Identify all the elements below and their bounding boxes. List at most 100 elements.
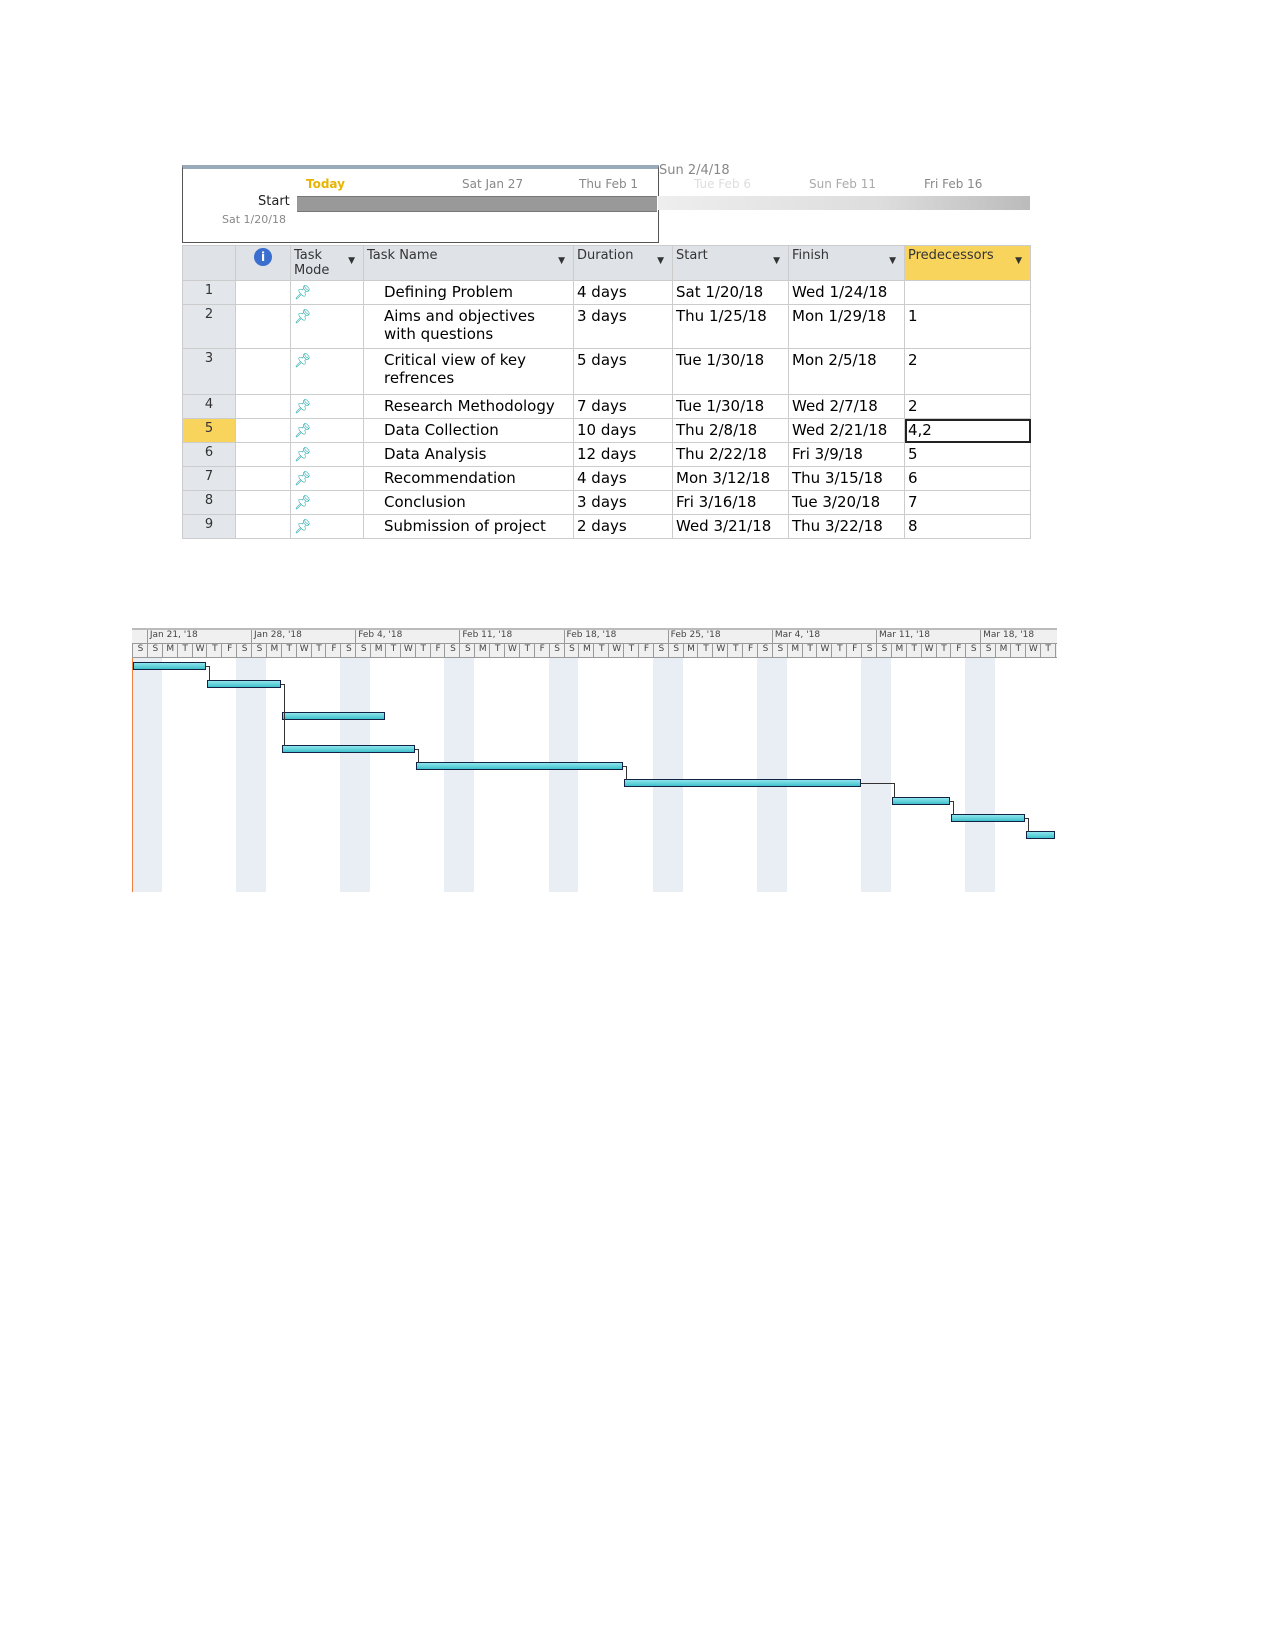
- task-name-cell[interactable]: Recommendation: [363, 466, 574, 491]
- task-name-cell[interactable]: Data Collection: [363, 418, 574, 443]
- finish-cell[interactable]: Thu 3/22/18: [788, 514, 905, 539]
- task-bar[interactable]: [281, 745, 415, 753]
- predecessors-cell[interactable]: 8: [904, 514, 1031, 539]
- start-cell[interactable]: Fri 3/16/18: [672, 490, 789, 515]
- row-number[interactable]: 2: [182, 304, 236, 349]
- duration-cell[interactable]: 7 days: [573, 394, 673, 419]
- task-mode-cell[interactable]: 📌︎: [290, 490, 364, 515]
- task-mode-cell[interactable]: 📌︎: [290, 418, 364, 443]
- start-cell[interactable]: Thu 2/22/18: [672, 442, 789, 467]
- row-number[interactable]: 1: [182, 280, 236, 305]
- table-row[interactable]: 7 📌︎ Recommendation 4 days Mon 3/12/18 T…: [182, 466, 1031, 491]
- task-bar[interactable]: [415, 762, 624, 770]
- indicator-cell[interactable]: [235, 348, 291, 395]
- task-mode-cell[interactable]: 📌︎: [290, 394, 364, 419]
- dropdown-arrow-icon[interactable]: ▼: [657, 256, 664, 266]
- start-cell[interactable]: Thu 2/8/18: [672, 418, 789, 443]
- info-header[interactable]: i: [235, 245, 291, 281]
- predecessors-cell[interactable]: [904, 280, 1031, 305]
- indicator-cell[interactable]: [235, 304, 291, 349]
- task-mode-cell[interactable]: 📌︎: [290, 442, 364, 467]
- predecessors-cell[interactable]: 7: [904, 490, 1031, 515]
- duration-cell[interactable]: 5 days: [573, 348, 673, 395]
- dropdown-arrow-icon[interactable]: ▼: [1015, 256, 1022, 266]
- table-row[interactable]: 6 📌︎ Data Analysis 12 days Thu 2/22/18 F…: [182, 442, 1031, 467]
- finish-cell[interactable]: Wed 2/7/18: [788, 394, 905, 419]
- dropdown-arrow-icon[interactable]: ▼: [889, 256, 896, 266]
- predecessors-header[interactable]: Predecessors ▼: [904, 245, 1031, 281]
- row-number[interactable]: 6: [182, 442, 236, 467]
- finish-cell[interactable]: Wed 1/24/18: [788, 280, 905, 305]
- task-bar[interactable]: [624, 779, 862, 787]
- start-cell[interactable]: Thu 1/25/18: [672, 304, 789, 349]
- task-mode-cell[interactable]: 📌︎: [290, 304, 364, 349]
- table-row[interactable]: 8 📌︎ Conclusion 3 days Fri 3/16/18 Tue 3…: [182, 490, 1031, 515]
- start-cell[interactable]: Tue 1/30/18: [672, 348, 789, 395]
- task-bar[interactable]: [281, 712, 385, 720]
- task-bar[interactable]: [891, 797, 951, 805]
- task-name-cell[interactable]: Conclusion: [363, 490, 574, 515]
- indicator-cell[interactable]: [235, 442, 291, 467]
- task-bar[interactable]: [1025, 831, 1055, 839]
- start-cell[interactable]: Tue 1/30/18: [672, 394, 789, 419]
- task-name-cell[interactable]: Research Methodology: [363, 394, 574, 419]
- duration-cell[interactable]: 3 days: [573, 304, 673, 349]
- duration-cell[interactable]: 4 days: [573, 280, 673, 305]
- duration-cell[interactable]: 4 days: [573, 466, 673, 491]
- finish-cell[interactable]: Wed 2/21/18: [788, 418, 905, 443]
- predecessors-cell[interactable]: 1: [904, 304, 1031, 349]
- select-all-header[interactable]: [182, 245, 236, 281]
- row-number[interactable]: 4: [182, 394, 236, 419]
- table-row[interactable]: 3 📌︎ Critical view of key refrences 5 da…: [182, 348, 1031, 395]
- row-number[interactable]: 8: [182, 490, 236, 515]
- finish-header[interactable]: Finish ▼: [788, 245, 905, 281]
- indicator-cell[interactable]: [235, 418, 291, 443]
- start-cell[interactable]: Mon 3/12/18: [672, 466, 789, 491]
- task-bar[interactable]: [207, 680, 281, 688]
- finish-cell[interactable]: Mon 2/5/18: [788, 348, 905, 395]
- table-row[interactable]: 1 📌︎ Defining Problem 4 days Sat 1/20/18…: [182, 280, 1031, 305]
- finish-cell[interactable]: Thu 3/15/18: [788, 466, 905, 491]
- task-name-header[interactable]: Task Name ▼: [363, 245, 574, 281]
- dropdown-arrow-icon[interactable]: ▼: [558, 256, 565, 266]
- dropdown-arrow-icon[interactable]: ▼: [348, 256, 355, 266]
- finish-cell[interactable]: Tue 3/20/18: [788, 490, 905, 515]
- predecessors-cell[interactable]: 6: [904, 466, 1031, 491]
- row-number[interactable]: 7: [182, 466, 236, 491]
- indicator-cell[interactable]: [235, 514, 291, 539]
- table-row[interactable]: 2 📌︎ Aims and objectives with questions …: [182, 304, 1031, 349]
- table-row[interactable]: 9 📌︎ Submission of project 2 days Wed 3/…: [182, 514, 1031, 539]
- predecessors-cell[interactable]: 2: [904, 348, 1031, 395]
- task-bar[interactable]: [133, 662, 207, 670]
- start-header[interactable]: Start ▼: [672, 245, 789, 281]
- duration-cell[interactable]: 12 days: [573, 442, 673, 467]
- row-number[interactable]: 3: [182, 348, 236, 395]
- task-name-cell[interactable]: Data Analysis: [363, 442, 574, 467]
- indicator-cell[interactable]: [235, 490, 291, 515]
- timeline-panel[interactable]: Today Start Sat 1/20/18 Sun 2/4/18 Sat J…: [182, 163, 1030, 243]
- task-mode-cell[interactable]: 📌︎: [290, 280, 364, 305]
- task-mode-header[interactable]: Task Mode ▼: [290, 245, 364, 281]
- task-name-cell[interactable]: Aims and objectives with questions: [363, 304, 574, 349]
- task-mode-cell[interactable]: 📌︎: [290, 466, 364, 491]
- indicator-cell[interactable]: [235, 394, 291, 419]
- task-mode-cell[interactable]: 📌︎: [290, 348, 364, 395]
- dropdown-arrow-icon[interactable]: ▼: [773, 256, 780, 266]
- start-cell[interactable]: Wed 3/21/18: [672, 514, 789, 539]
- table-row[interactable]: 4 📌︎ Research Methodology 7 days Tue 1/3…: [182, 394, 1031, 419]
- duration-cell[interactable]: 10 days: [573, 418, 673, 443]
- duration-cell[interactable]: 2 days: [573, 514, 673, 539]
- predecessors-cell[interactable]: 5: [904, 442, 1031, 467]
- task-mode-cell[interactable]: 📌︎: [290, 514, 364, 539]
- predecessors-cell[interactable]: 2: [904, 394, 1031, 419]
- table-row[interactable]: 5 📌︎ Data Collection 10 days Thu 2/8/18 …: [182, 418, 1031, 443]
- gantt-chart[interactable]: Jan 21, '18 Jan 28, '18 Feb 4, '18 Feb 11, …: [132, 628, 1057, 892]
- task-name-cell[interactable]: Submission of project: [363, 514, 574, 539]
- finish-cell[interactable]: Fri 3/9/18: [788, 442, 905, 467]
- indicator-cell[interactable]: [235, 280, 291, 305]
- row-number[interactable]: 5: [182, 418, 236, 443]
- task-name-cell[interactable]: Critical view of key refrences: [363, 348, 574, 395]
- predecessors-cell[interactable]: 4,2: [904, 418, 1031, 443]
- finish-cell[interactable]: Mon 1/29/18: [788, 304, 905, 349]
- start-cell[interactable]: Sat 1/20/18: [672, 280, 789, 305]
